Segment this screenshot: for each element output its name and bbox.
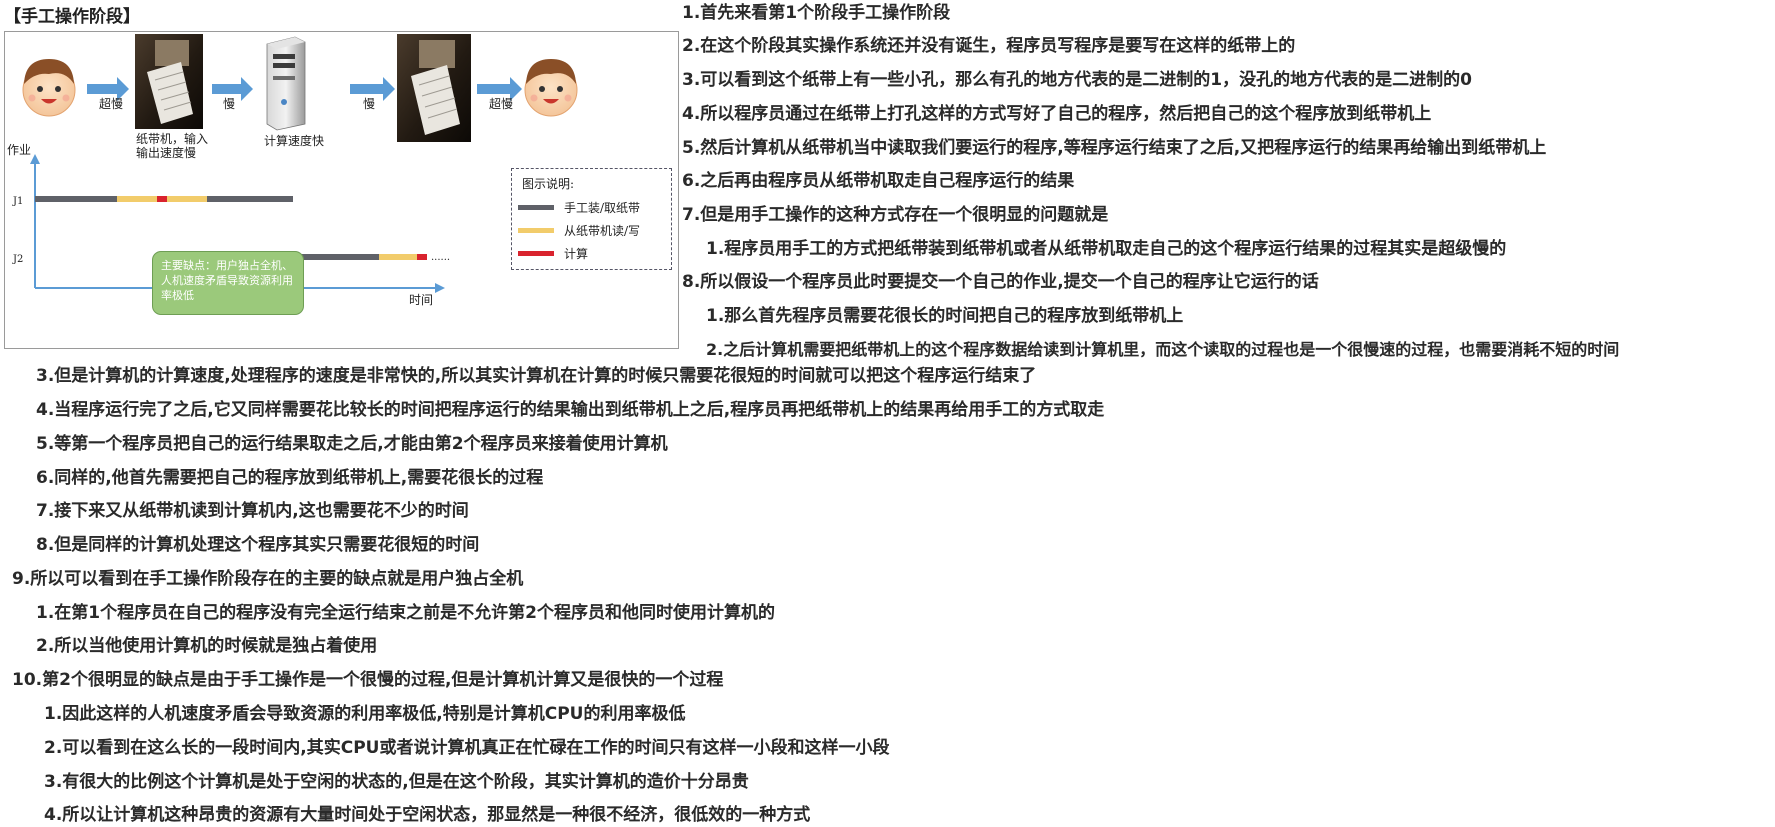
note-line: 6.之后再由程序员从纸带机取走自己程序运行的结果 bbox=[682, 171, 1075, 191]
note-line: 9.所以可以看到在手工操作阶段存在的主要的缺点就是用户独占全机 bbox=[12, 569, 524, 589]
note-line: 2.可以看到在这么长的一段时间内,其实CPU或者说计算机真正在忙碌在工作的时间只… bbox=[44, 738, 890, 758]
note-line: 1.那么首先程序员需要花很长的时间把自己的程序放到纸带机上 bbox=[706, 306, 1184, 326]
job1-label: J1 bbox=[12, 196, 23, 207]
legend-label-io: 从纸带机读/写 bbox=[564, 224, 641, 238]
legend-title: 图示说明: bbox=[522, 177, 575, 191]
computer-tower-icon bbox=[266, 36, 306, 131]
note-line: 1.首先来看第1个阶段手工操作阶段 bbox=[682, 3, 951, 23]
note-line: 5.然后计算机从纸带机当中读取我们要运行的程序,等程序运行结束了之后,又把程序运… bbox=[682, 138, 1547, 158]
job1-tape-read bbox=[117, 196, 157, 202]
arrow-label-2: 慢 bbox=[223, 97, 235, 111]
y-axis-label: 作业 bbox=[7, 143, 31, 157]
job2-tape-read bbox=[379, 254, 417, 260]
job2-timeline bbox=[293, 254, 427, 260]
paper-tape-photo-1 bbox=[135, 34, 203, 129]
note-line: 7.但是用手工操作的这种方式存在一个很明显的问题就是 bbox=[682, 205, 1109, 225]
note-line: 2.所以当他使用计算机的时候就是独占着使用 bbox=[36, 636, 378, 656]
programmer-face-icon-left bbox=[22, 59, 76, 117]
job1-timeline bbox=[35, 196, 293, 202]
job2-manual-load bbox=[293, 254, 379, 260]
paper-tape-photo-2 bbox=[397, 34, 471, 142]
legend-item-manual: 手工装/取纸带 bbox=[518, 199, 668, 215]
note-line: 8.所以假设一个程序员此时要提交一个自己的作业,提交一个自己的程序让它运行的话 bbox=[682, 272, 1319, 292]
note-line: 2.之后计算机需要把纸带机上的这个程序数据给读到计算机里，而这个读取的过程也是一… bbox=[706, 340, 1620, 359]
note-line: 1.程序员用手工的方式把纸带装到纸带机或者从纸带机取走自己的这个程序运行结果的过… bbox=[706, 239, 1507, 259]
arrow-label-4: 超慢 bbox=[489, 96, 513, 111]
legend-item-compute: 计算 bbox=[518, 245, 668, 261]
note-line: 1.在第1个程序员在自己的程序没有完全运行结束之前是不允许第2个程序员和他同时使… bbox=[36, 603, 775, 623]
callout-text: 主要缺点：用户独占全机、人机速度矛盾导致资源利用率极低 bbox=[161, 259, 293, 302]
job2-compute bbox=[417, 254, 427, 260]
note-line: 8.但是同样的计算机处理这个程序其实只需要花很短的时间 bbox=[36, 535, 480, 555]
legend: 图示说明: 手工装/取纸带 从纸带机读/写 计算 bbox=[511, 168, 672, 270]
programmer-face-icon-right bbox=[524, 59, 578, 117]
manual-operation-figure: 超慢 纸带机，输入 输出速度慢 慢 计算速度快 慢 超慢 作业 时间 J1 J2… bbox=[4, 31, 679, 349]
job1-manual-load bbox=[35, 196, 117, 202]
note-line: 5.等第一个程序员把自己的运行结果取走之后,才能由第2个程序员来接着使用计算机 bbox=[36, 434, 668, 454]
note-line: 3.可以看到这个纸带上有一些小孔，那么有孔的地方代表的是二进制的1，没孔的地方代… bbox=[682, 70, 1472, 90]
note-line: 6.同样的,他首先需要把自己的程序放到纸带机上,需要花很长的过程 bbox=[36, 468, 544, 488]
arrow-label-3: 慢 bbox=[363, 97, 375, 111]
legend-swatch-manual bbox=[518, 205, 554, 210]
legend-item-io: 从纸带机读/写 bbox=[518, 222, 668, 238]
legend-swatch-compute bbox=[518, 251, 554, 256]
drawback-callout: 主要缺点：用户独占全机、人机速度矛盾导致资源利用率极低 bbox=[152, 251, 304, 315]
note-line: 7.接下来又从纸带机读到计算机内,这也需要花不少的时间 bbox=[36, 501, 469, 521]
job1-compute bbox=[157, 196, 167, 202]
arrow-label-1: 超慢 bbox=[99, 96, 123, 111]
note-line: 3.有很大的比例这个计算机是处于空闲的状态的,但是在这个阶段，其实计算机的造价十… bbox=[44, 772, 749, 792]
tape-caption-line1: 纸带机，输入 bbox=[136, 131, 208, 146]
legend-label-manual: 手工装/取纸带 bbox=[564, 201, 641, 215]
legend-label-compute: 计算 bbox=[564, 247, 589, 261]
note-line: 1.因此这样的人机速度矛盾会导致资源的利用率极低,特别是计算机CPU的利用率极低 bbox=[44, 704, 686, 724]
note-line: 2.在这个阶段其实操作系统还并没有诞生，程序员写程序是要写在这样的纸带上的 bbox=[682, 36, 1296, 56]
job2-label: J2 bbox=[12, 254, 23, 265]
job1-manual-unload bbox=[207, 196, 293, 202]
job2-ellipsis: ...... bbox=[431, 252, 450, 263]
note-line: 4.当程序运行完了之后,它又同样需要花比较长的时间把程序运行的结果输出到纸带机上… bbox=[36, 400, 1105, 420]
x-axis-label: 时间 bbox=[409, 293, 433, 307]
job1-tape-write bbox=[167, 196, 207, 202]
computer-caption: 计算速度快 bbox=[264, 133, 324, 148]
legend-swatch-io bbox=[518, 228, 554, 233]
tape-caption-line2: 输出速度慢 bbox=[136, 145, 196, 160]
note-line: 3.但是计算机的计算速度,处理程序的速度是非常快的,所以其实计算机在计算的时候只… bbox=[36, 366, 1037, 386]
note-line: 10.第2个很明显的缺点是由于手工操作是一个很慢的过程,但是计算机计算又是很快的… bbox=[12, 670, 724, 690]
note-line: 4.所以让计算机这种昂贵的资源有大量时间处于空闲状态，那显然是一种很不经济，很低… bbox=[44, 805, 811, 825]
section-title: 【手工操作阶段】 bbox=[4, 7, 140, 27]
note-line: 4.所以程序员通过在纸带上打孔这样的方式写好了自己的程序，然后把自己的这个程序放… bbox=[682, 104, 1432, 124]
